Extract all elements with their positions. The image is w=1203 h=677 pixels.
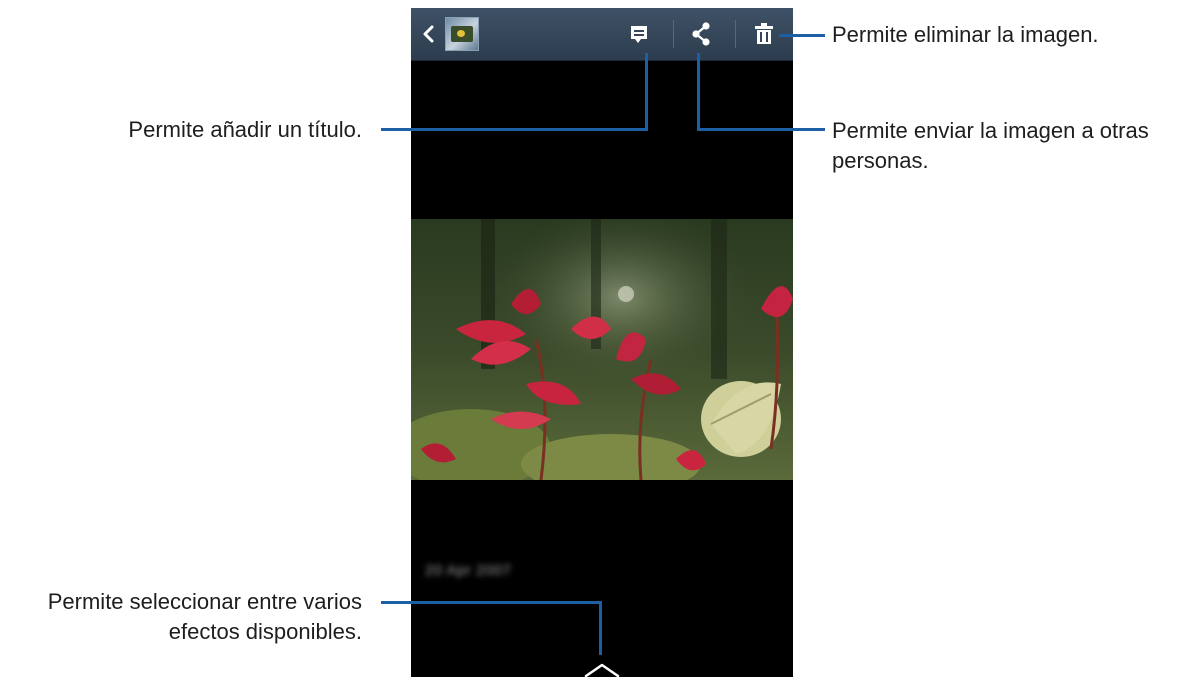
callout-effects-line2: efectos disponibles. bbox=[168, 619, 362, 644]
callout-delete-image: Permite eliminar la imagen. bbox=[832, 22, 1099, 47]
callout-line-share bbox=[697, 53, 700, 131]
caption-icon[interactable] bbox=[622, 20, 656, 48]
callout-line-share bbox=[697, 128, 825, 131]
appbar-divider bbox=[735, 20, 736, 48]
appbar-divider bbox=[673, 20, 674, 48]
callout-line-effects bbox=[381, 601, 602, 604]
back-arrow-icon[interactable] bbox=[417, 18, 441, 50]
album-thumbnail[interactable] bbox=[445, 17, 479, 51]
gallery-screen: 20 Apr 2007 bbox=[411, 8, 793, 677]
share-icon[interactable] bbox=[684, 18, 718, 50]
red-leaves-photo bbox=[411, 219, 793, 480]
photo-date: 20 Apr 2007 bbox=[425, 562, 512, 579]
callout-add-title: Permite añadir un título. bbox=[128, 117, 362, 142]
callout-line-effects bbox=[599, 601, 602, 655]
callout-effects-line1: Permite seleccionar entre varios bbox=[47, 589, 362, 614]
callout-line-title bbox=[381, 128, 648, 131]
app-bar bbox=[411, 8, 793, 61]
callout-share-line1: Permite enviar la imagen a otras bbox=[832, 118, 1149, 143]
callout-share-image: Permite enviar la imagen a otras persona… bbox=[832, 116, 1149, 176]
chevron-up-icon[interactable] bbox=[577, 656, 627, 677]
callout-line-title bbox=[645, 53, 648, 131]
callout-share-line2: personas. bbox=[832, 148, 929, 173]
callout-line-delete bbox=[779, 34, 825, 37]
delete-icon[interactable] bbox=[747, 18, 781, 50]
callout-select-effects: Permite seleccionar entre varios efectos… bbox=[48, 587, 362, 647]
